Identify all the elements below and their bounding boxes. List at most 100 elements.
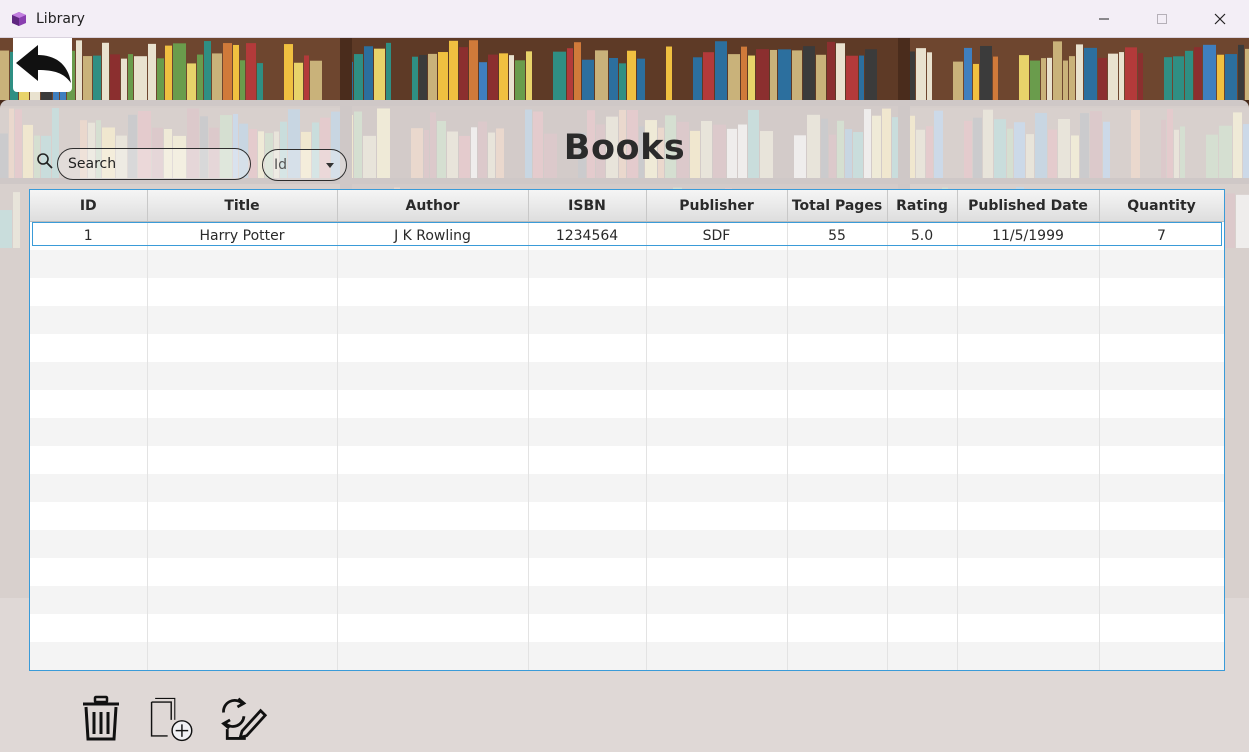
- book-spine: [197, 54, 203, 100]
- table-cell-empty: [887, 446, 958, 474]
- table-cell-empty: [887, 306, 958, 334]
- table-cell-empty: [1099, 362, 1224, 390]
- table-cell-empty: [147, 502, 338, 530]
- column-header-author[interactable]: Author: [337, 190, 529, 222]
- table-cell-empty: [528, 558, 647, 586]
- cell-published-date: 11/5/1999: [957, 221, 1100, 250]
- library-app-icon: [12, 11, 26, 26]
- cell-quantity: 7: [1099, 221, 1224, 250]
- table-cell-empty: [646, 306, 788, 334]
- book-spine: [246, 43, 256, 100]
- book-spine: [1076, 44, 1083, 100]
- column-header-title[interactable]: Title: [147, 190, 338, 222]
- close-icon: [1214, 13, 1226, 25]
- table-cell-empty: [1099, 502, 1224, 530]
- table-cell-empty: [646, 614, 788, 642]
- table-cell-empty: [30, 334, 148, 362]
- table-cell-empty: [1099, 586, 1224, 614]
- table-cell-empty: [337, 418, 529, 446]
- book-spine: [1185, 50, 1193, 100]
- column-header-publisher[interactable]: Publisher: [646, 190, 788, 222]
- table-cell-empty: [147, 642, 338, 670]
- book-spine: [76, 40, 82, 100]
- table-cell-empty: [528, 306, 647, 334]
- book-spine: [1019, 55, 1029, 100]
- close-button[interactable]: [1191, 0, 1249, 38]
- book-spine: [165, 45, 172, 100]
- table-cell-empty: [147, 586, 338, 614]
- column-header-published-date[interactable]: Published Date: [957, 190, 1100, 222]
- column-header-rating[interactable]: Rating: [887, 190, 958, 222]
- cell-author: J K Rowling: [337, 221, 529, 250]
- table-cell-empty: [957, 446, 1100, 474]
- table-cell-empty: [147, 418, 338, 446]
- book-spine: [595, 50, 608, 100]
- update-book-button[interactable]: [218, 694, 268, 744]
- table-row-empty: [30, 558, 1224, 586]
- table-cell-empty: [787, 362, 888, 390]
- add-book-icon: [150, 697, 193, 742]
- book-spine: [304, 55, 309, 100]
- book-spine: [438, 52, 448, 100]
- book-spine: [778, 49, 791, 100]
- book-spine: [212, 53, 222, 100]
- table-row-empty: [30, 446, 1224, 474]
- column-header-quantity[interactable]: Quantity: [1099, 190, 1224, 222]
- table-cell-empty: [337, 334, 529, 362]
- filter-dropdown[interactable]: Id: [262, 149, 347, 181]
- table-cell-empty: [30, 558, 148, 586]
- table-cell-empty: [887, 530, 958, 558]
- table-cell-empty: [957, 418, 1100, 446]
- table-cell-empty: [887, 502, 958, 530]
- book-spine: [412, 56, 418, 100]
- table-cell-empty: [957, 362, 1100, 390]
- delete-book-button[interactable]: [76, 694, 126, 744]
- table-cell-empty: [337, 278, 529, 306]
- book-spine: [354, 54, 363, 100]
- book-spine: [803, 46, 815, 100]
- table-cell-empty: [887, 558, 958, 586]
- table-cell-empty: [1099, 278, 1224, 306]
- table-cell-empty: [646, 642, 788, 670]
- table-cell-empty: [887, 250, 958, 278]
- column-header-total-pages[interactable]: Total Pages: [787, 190, 888, 222]
- table-row[interactable]: 1 Harry Potter J K Rowling 1234564 SDF 5…: [30, 221, 1224, 250]
- table-cell-empty: [528, 250, 647, 278]
- book-spine: [374, 48, 385, 100]
- book-spine: [1164, 57, 1172, 100]
- table-cell-empty: [887, 614, 958, 642]
- table-cell-empty: [957, 334, 1100, 362]
- minimize-button[interactable]: [1075, 0, 1133, 38]
- book-spine: [1238, 44, 1244, 100]
- table-cell-empty: [337, 446, 529, 474]
- search-input[interactable]: [57, 148, 251, 180]
- book-spine: [240, 60, 245, 100]
- table-cell-empty: [528, 390, 647, 418]
- table-cell-empty: [528, 474, 647, 502]
- book-spine: [1098, 57, 1107, 100]
- table-cell-empty: [30, 530, 148, 558]
- table-cell-empty: [957, 390, 1100, 418]
- table-cell-empty: [528, 446, 647, 474]
- cell-title: Harry Potter: [147, 221, 338, 250]
- column-header-id[interactable]: ID: [30, 190, 148, 222]
- book-spine: [553, 51, 566, 100]
- back-button[interactable]: [13, 38, 72, 92]
- cell-isbn: 1234564: [528, 221, 647, 250]
- table-cell-empty: [1099, 614, 1224, 642]
- book-spine: [1069, 56, 1075, 100]
- window-title: Library: [36, 10, 85, 27]
- table-cell-empty: [337, 614, 529, 642]
- column-header-isbn[interactable]: ISBN: [528, 190, 647, 222]
- table-cell-empty: [887, 334, 958, 362]
- add-book-button[interactable]: [148, 694, 198, 744]
- maximize-button[interactable]: [1133, 0, 1191, 38]
- book-spine: [770, 49, 777, 100]
- table-cell-empty: [30, 362, 148, 390]
- books-table[interactable]: ID Title Author ISBN Publisher Total Pag…: [29, 189, 1225, 671]
- table-cell-empty: [887, 418, 958, 446]
- book-spine: [748, 55, 755, 100]
- table-cell-empty: [528, 530, 647, 558]
- table-cell-empty: [787, 250, 888, 278]
- table-cell-empty: [787, 306, 888, 334]
